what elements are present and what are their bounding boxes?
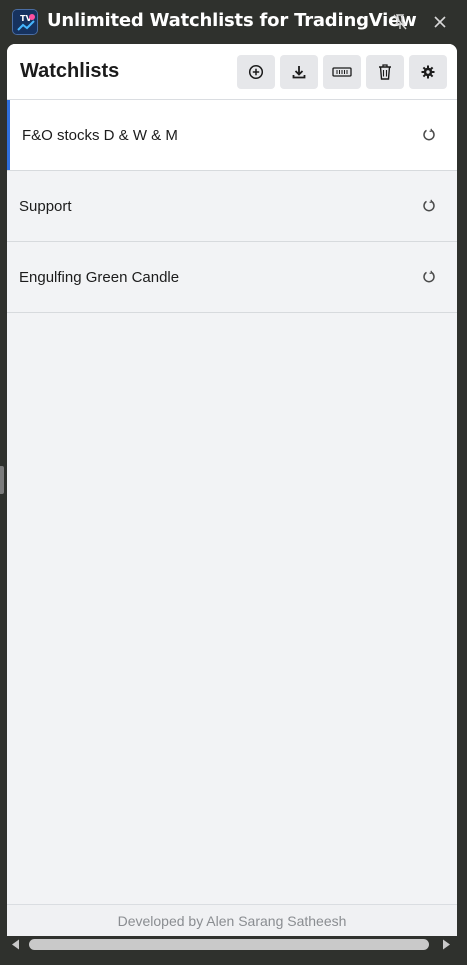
app-logo-icon: TV bbox=[12, 9, 38, 35]
refresh-icon[interactable] bbox=[420, 126, 438, 144]
title-bar: TV Unlimited Watchlists for TradingView bbox=[0, 0, 467, 44]
download-icon bbox=[292, 66, 306, 79]
gear-icon bbox=[421, 65, 435, 79]
watchlist-item-label: Support bbox=[19, 197, 72, 215]
unpin-button[interactable] bbox=[386, 8, 414, 36]
toolbar bbox=[237, 55, 447, 89]
watchlist-list: F&O stocks D & W & M Support Engulfing G… bbox=[7, 100, 457, 313]
footer-credit: Developed by Alen Sarang Satheesh bbox=[7, 904, 457, 936]
refresh-icon[interactable] bbox=[420, 268, 438, 286]
watchlist-item-label: F&O stocks D & W & M bbox=[22, 126, 178, 144]
watchlists-panel: Watchlists F&O stocks D & W & M Support … bbox=[7, 44, 457, 936]
watchlist-item[interactable]: Support bbox=[7, 171, 457, 242]
refresh-icon[interactable] bbox=[420, 197, 438, 215]
delete-button[interactable] bbox=[366, 55, 404, 89]
close-window-button[interactable] bbox=[426, 8, 454, 36]
download-button[interactable] bbox=[280, 55, 318, 89]
watchlist-item[interactable]: Engulfing Green Candle bbox=[7, 242, 457, 313]
add-watchlist-button[interactable] bbox=[237, 55, 275, 89]
scroll-left-icon[interactable] bbox=[11, 939, 21, 950]
ticket-icon bbox=[332, 67, 352, 77]
scroll-right-icon[interactable] bbox=[441, 939, 451, 950]
horizontal-scrollbar[interactable] bbox=[7, 936, 457, 953]
watchlist-item[interactable]: F&O stocks D & W & M bbox=[7, 100, 457, 171]
page-title: Watchlists bbox=[20, 60, 120, 82]
resize-handle[interactable] bbox=[0, 466, 4, 494]
scrollbar-thumb[interactable] bbox=[29, 939, 429, 950]
settings-button[interactable] bbox=[409, 55, 447, 89]
import-button[interactable] bbox=[323, 55, 361, 89]
plus-circle-icon bbox=[248, 64, 264, 80]
watchlist-item-label: Engulfing Green Candle bbox=[19, 268, 180, 286]
panel-header: Watchlists bbox=[7, 44, 457, 100]
unpin-icon bbox=[393, 14, 407, 30]
trash-icon bbox=[379, 64, 391, 80]
window-title: Unlimited Watchlists for TradingView bbox=[47, 10, 417, 31]
close-icon bbox=[434, 16, 446, 28]
